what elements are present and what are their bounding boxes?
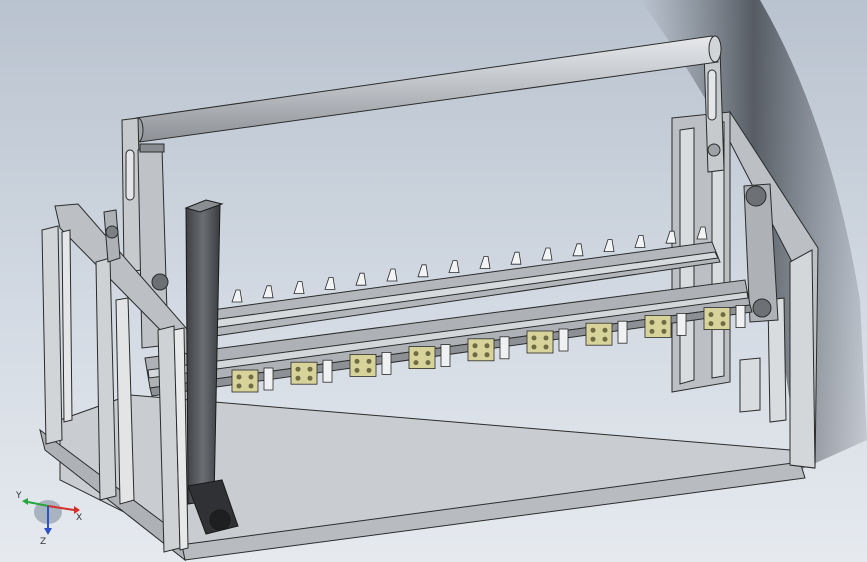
rail-finger — [448, 260, 460, 274]
clamp-block — [467, 336, 510, 362]
view-orientation-triad: X Y Z — [15, 491, 82, 547]
rail-finger — [541, 247, 553, 261]
rail-finger — [355, 272, 367, 286]
rail-finger — [417, 264, 429, 278]
rail-finger — [293, 281, 305, 295]
cad-viewport[interactable]: X Y Z — [0, 0, 867, 562]
clamp-block — [349, 351, 392, 377]
x-axis-label: X — [76, 513, 82, 523]
rail-finger — [231, 289, 243, 303]
clamp-block — [644, 312, 687, 338]
clamp-block — [290, 359, 333, 385]
y-axis-label: Y — [15, 491, 22, 501]
y-axis-arrow — [22, 498, 28, 505]
clamp-block — [231, 367, 274, 393]
clamp-block — [703, 305, 746, 331]
rail-finger — [262, 285, 274, 299]
clamp-block — [408, 344, 451, 370]
rail-finger — [603, 239, 615, 253]
rail-finger — [386, 268, 398, 282]
top-handle-tube — [132, 35, 722, 143]
z-axis-arrow — [44, 528, 52, 535]
z-axis-label: Z — [40, 537, 46, 547]
cad-assembly-model[interactable] — [0, 0, 867, 562]
rail-finger — [479, 255, 491, 269]
rail-finger — [665, 230, 677, 244]
rail-finger — [324, 276, 336, 290]
rail-finger — [572, 243, 584, 257]
rail-finger — [634, 234, 646, 248]
clamp-block — [526, 328, 569, 354]
rail-finger — [510, 251, 522, 265]
clamp-block — [585, 320, 628, 346]
